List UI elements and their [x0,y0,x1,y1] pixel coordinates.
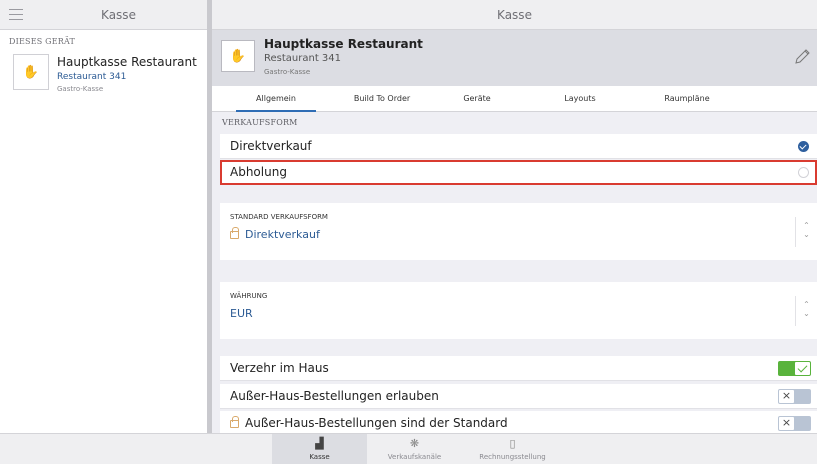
standard-verkaufsform-value: Direktverkauf [245,228,320,241]
invoice-icon: ▯ [509,437,516,450]
chevron-updown-icon[interactable]: ⌃ ⌄ [795,217,817,247]
bottom-tab-kasse[interactable]: ▟ Kasse [272,434,367,464]
lock-icon [230,416,239,428]
setting-ausser-haus-standard: Außer-Haus-Bestellungen sind der Standar… [220,411,817,433]
setting-verzehr-im-haus: Verzehr im Haus [220,356,817,381]
option-direktverkauf[interactable]: Direktverkauf [220,134,817,159]
device-card-type: Gastro-Kasse [264,68,311,76]
option-label: Direktverkauf [230,139,312,153]
section-label: DIESES GERÄT [9,37,76,46]
device-card-location: Restaurant 341 [264,53,342,64]
lock-icon [230,227,239,239]
device-name: Hauptkasse Restaurant [57,55,197,69]
device-location: Restaurant 341 [57,72,127,82]
bottom-tab-rechnungsstellung[interactable]: ▯ Rechnungsstellung [465,434,560,464]
bottom-tab-label: Rechnungsstellung [479,453,546,461]
hand-icon: ✋ [13,54,49,90]
device-card: ✋ Hauptkasse Restaurant Restaurant 341 G… [212,30,817,86]
verkaufsform-label: VERKAUFSFORM [222,118,298,127]
waehrung-caption: WÄHRUNG [230,292,268,300]
settings-content: VERKAUFSFORM Direktverkauf Abholung STAN… [220,112,817,433]
option-abholung[interactable]: Abholung [220,160,817,185]
close-icon: × [779,417,794,430]
bottom-nav: ▟ Kasse ❋ Verkaufskanäle ▯ Rechnungsstel… [0,433,817,464]
tab-bar: Allgemein Build To Order Geräte Layouts … [212,86,817,112]
radio-icon [798,167,809,178]
standard-verkaufsform-caption: STANDARD VERKAUFSFORM [230,213,328,221]
tab-build-to-order[interactable]: Build To Order [342,86,422,112]
standard-verkaufsform-select[interactable]: STANDARD VERKAUFSFORM Direktverkauf ⌃ ⌄ [220,203,817,260]
check-icon [795,362,810,375]
tab-raumplaene[interactable]: Raumpläne [647,86,727,112]
checkmark-icon [798,141,809,152]
pencil-icon[interactable] [793,48,811,66]
sidebar-header: Kasse [0,0,207,30]
setting-label: Außer-Haus-Bestellungen erlauben [230,389,439,403]
tab-allgemein[interactable]: Allgemein [236,86,316,112]
menu-icon[interactable] [9,9,23,20]
option-label: Abholung [230,165,287,179]
setting-label: Außer-Haus-Bestellungen sind der Standar… [245,416,508,430]
toggle-switch[interactable]: × [778,389,811,404]
device-card-name: Hauptkasse Restaurant [264,37,423,51]
toggle-switch[interactable]: × [778,416,811,431]
close-icon: × [779,390,794,403]
sidebar: Kasse DIESES GERÄT ✋ Hauptkasse Restaura… [0,0,207,433]
main-title: Kasse [212,0,817,30]
bottom-tab-label: Kasse [309,453,330,461]
channels-icon: ❋ [409,437,420,450]
sidebar-device-item[interactable]: ✋ Hauptkasse Restaurant Restaurant 341 G… [0,50,207,98]
hand-icon: ✋ [221,40,255,72]
setting-label: Verzehr im Haus [230,361,329,375]
tab-geraete[interactable]: Geräte [447,86,507,112]
setting-ausser-haus-erlauben: Außer-Haus-Bestellungen erlauben × [220,384,817,409]
bottom-tab-verkaufskanaele[interactable]: ❋ Verkaufskanäle [367,434,462,464]
main-pane: Kasse ✋ Hauptkasse Restaurant Restaurant… [212,0,817,433]
toggle-switch[interactable] [778,361,811,376]
device-type: Gastro-Kasse [57,85,104,93]
tab-layouts[interactable]: Layouts [550,86,610,112]
chevron-updown-icon[interactable]: ⌃ ⌄ [795,296,817,326]
setting-label-wrap: Außer-Haus-Bestellungen sind der Standar… [230,416,508,430]
register-icon: ▟ [315,437,324,450]
waehrung-select[interactable]: WÄHRUNG EUR ⌃ ⌄ [220,282,817,339]
waehrung-value: EUR [230,307,253,320]
standard-verkaufsform-value-wrap: Direktverkauf [230,227,320,241]
sidebar-title: Kasse [101,8,136,22]
bottom-tab-label: Verkaufskanäle [387,453,442,461]
